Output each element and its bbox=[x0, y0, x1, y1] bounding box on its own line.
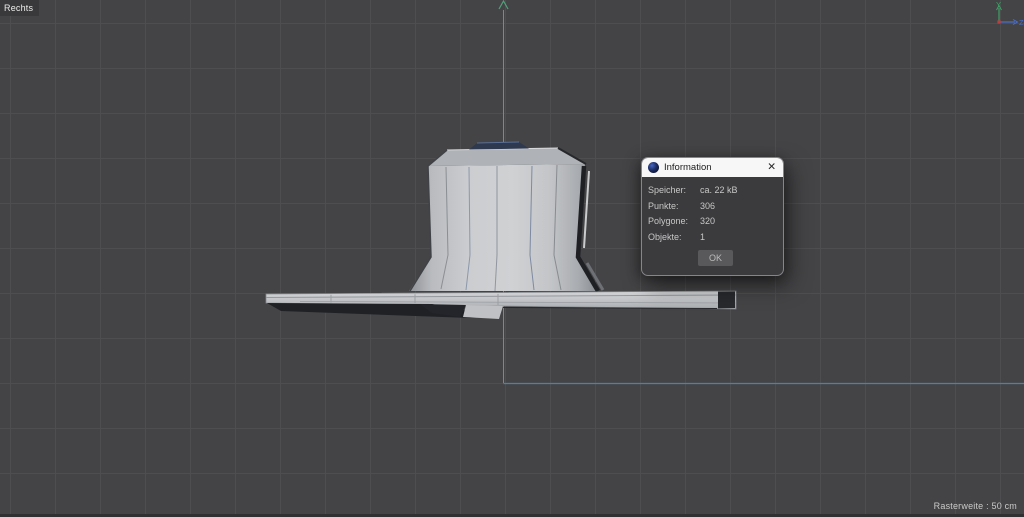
cinema4d-logo-icon bbox=[648, 162, 659, 173]
info-label: Punkte: bbox=[648, 201, 700, 211]
grid-size-status: Rasterweite : 50 cm bbox=[934, 501, 1017, 511]
dialog-body: Speicher: ca. 22 kB Punkte: 306 Polygone… bbox=[642, 177, 783, 275]
info-label: Speicher: bbox=[648, 185, 700, 195]
info-row-polygone: Polygone: 320 bbox=[648, 216, 777, 226]
info-row-objekte: Objekte: 1 bbox=[648, 232, 777, 242]
info-value: 1 bbox=[700, 232, 777, 242]
model-crown-body bbox=[409, 164, 597, 291]
info-label: Polygone: bbox=[648, 216, 700, 226]
view-name-label[interactable]: Rechts bbox=[0, 0, 39, 16]
info-row-punkte: Punkte: 306 bbox=[648, 201, 777, 211]
dialog-titlebar[interactable]: Information ✕ bbox=[642, 158, 783, 177]
model-brim bbox=[266, 291, 736, 319]
close-icon[interactable]: ✕ bbox=[767, 162, 776, 173]
dialog-title: Information bbox=[664, 162, 712, 173]
info-label: Objekte: bbox=[648, 232, 700, 242]
gizmo-z-label: Z bbox=[1019, 18, 1024, 27]
info-value: ca. 22 kB bbox=[700, 185, 777, 195]
info-value: 306 bbox=[700, 201, 777, 211]
ok-button[interactable]: OK bbox=[698, 250, 733, 266]
gizmo-y-label: Y bbox=[996, 0, 1001, 9]
scene-canvas[interactable] bbox=[0, 0, 1024, 517]
gizmo-x-dot bbox=[997, 20, 1000, 23]
info-value: 320 bbox=[700, 216, 777, 226]
info-row-speicher: Speicher: ca. 22 kB bbox=[648, 185, 777, 195]
viewport-3d[interactable]: Y Z Rechts Rasterweite : 50 cm Informati… bbox=[0, 0, 1024, 517]
axis-gizmo: Y Z bbox=[982, 0, 1024, 36]
information-dialog: Information ✕ Speicher: ca. 22 kB Punkte… bbox=[641, 157, 784, 276]
